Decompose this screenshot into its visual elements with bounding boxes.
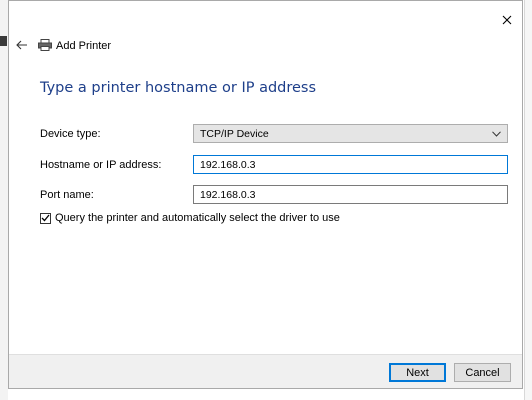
page-heading: Type a printer hostname or IP address — [40, 80, 317, 96]
back-arrow-icon — [16, 40, 27, 50]
background-window-left — [0, 0, 8, 400]
close-icon — [502, 15, 512, 25]
cancel-button[interactable]: Cancel — [454, 363, 511, 382]
device-type-label: Device type: — [40, 128, 101, 140]
printer-icon — [38, 39, 52, 51]
close-button[interactable] — [498, 11, 516, 29]
checkmark-icon — [41, 214, 50, 222]
device-type-value: TCP/IP Device — [200, 127, 269, 140]
hostname-input[interactable] — [193, 155, 508, 174]
query-printer-option[interactable]: Query the printer and automatically sele… — [40, 212, 340, 224]
chevron-down-icon — [492, 130, 501, 137]
next-button[interactable]: Next — [389, 363, 446, 382]
back-button[interactable] — [13, 37, 31, 53]
port-name-label: Port name: — [40, 189, 94, 201]
hostname-label: Hostname or IP address: — [40, 159, 162, 171]
add-printer-dialog: Add Printer Type a printer hostname or I… — [8, 0, 523, 389]
dialog-footer: Next Cancel — [9, 354, 522, 388]
port-name-input[interactable] — [193, 185, 508, 204]
background-window-right — [524, 0, 532, 400]
device-type-select[interactable]: TCP/IP Device — [193, 124, 508, 143]
background-icon — [0, 36, 7, 46]
window-title: Add Printer — [56, 40, 112, 52]
query-printer-label: Query the printer and automatically sele… — [55, 212, 340, 224]
query-printer-checkbox[interactable] — [40, 212, 51, 224]
